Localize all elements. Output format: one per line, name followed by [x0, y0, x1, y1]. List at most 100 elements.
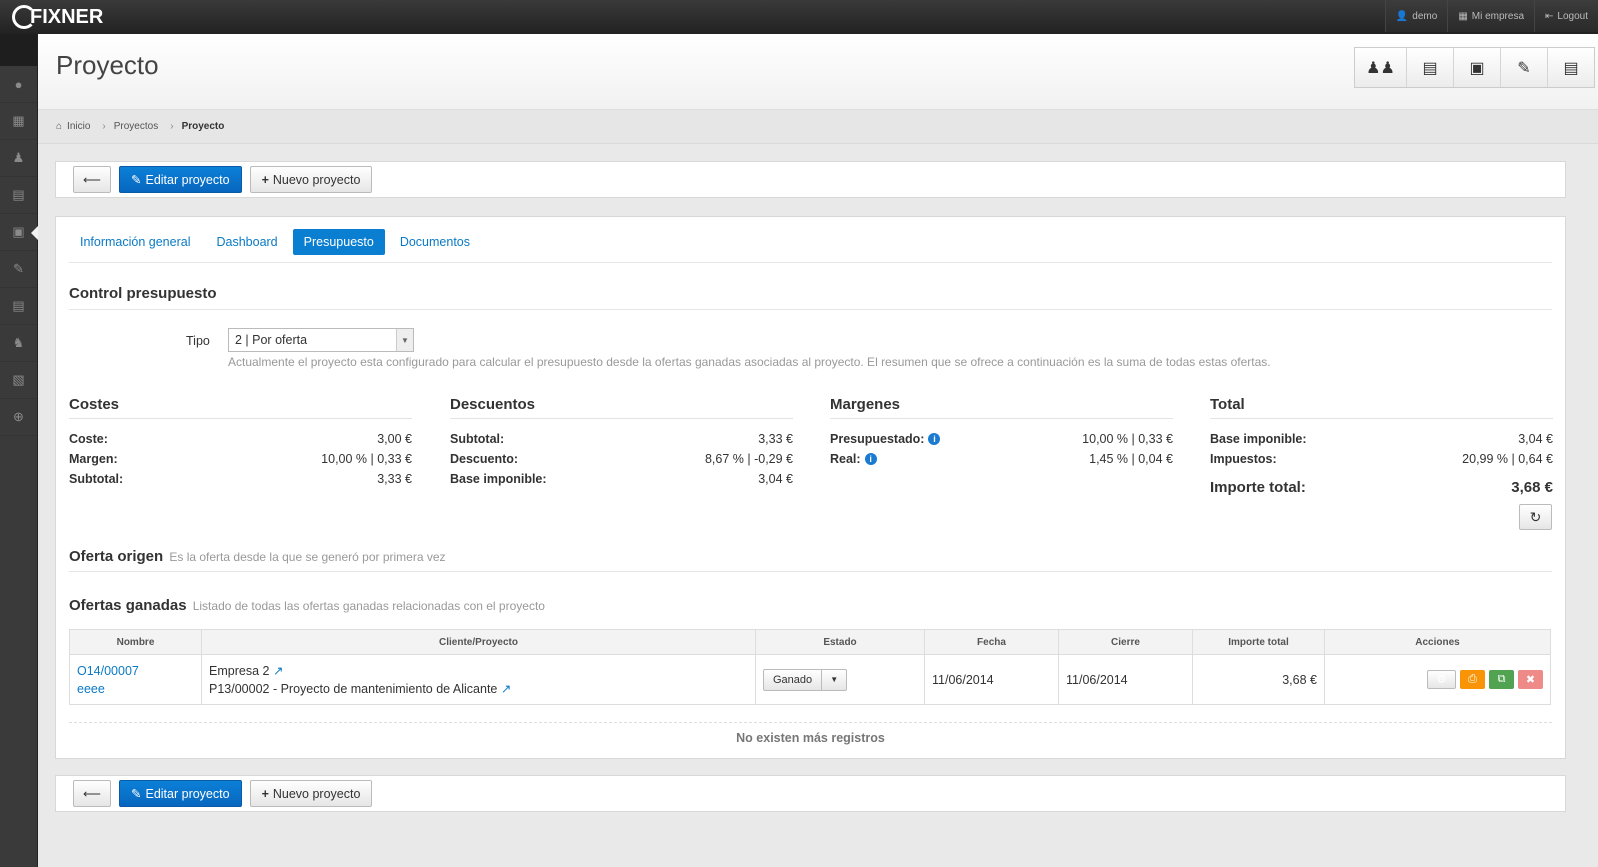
shortcut-edit-button[interactable]: ✎ [1500, 48, 1547, 87]
column-header[interactable]: Estado [755, 629, 925, 655]
cell-acciones: ⚙ ⎙ ⧉ ✖ [1324, 654, 1551, 705]
info-icon[interactable]: i [864, 453, 877, 465]
edit-icon: ✎ [131, 787, 142, 801]
summary-key: Coste: [69, 432, 108, 446]
external-link-icon[interactable]: ↗ [273, 664, 283, 678]
column-header[interactable]: Fecha [924, 629, 1059, 655]
breadcrumb: ⌂ Inicio › Proyectos › Proyecto [38, 110, 1598, 144]
summary-key-label: Presupuestado: [830, 432, 925, 446]
project-tabs: Información general Dashboard Presupuest… [69, 229, 1552, 263]
sidebar-item-archive[interactable]: ▧ [0, 362, 37, 399]
summary-key: Subtotal: [69, 472, 124, 486]
sidebar-item-projects[interactable]: ▣ [0, 214, 38, 251]
caret-down-icon[interactable]: ▼ [822, 670, 846, 690]
edit-project-button[interactable]: ✎ Editar proyecto [119, 780, 242, 807]
column-header[interactable]: Cliente/Proyecto [201, 629, 756, 655]
arrow-left-icon: ⟵ [83, 173, 101, 187]
column-header: Acciones [1324, 629, 1551, 655]
sidebar-item-documents[interactable]: ▤ [0, 177, 37, 214]
settings-action-button[interactable]: ⚙ [1427, 670, 1456, 689]
summary-key-label: Real: [830, 452, 861, 466]
sidebar-item-users[interactable]: ♟ [0, 140, 37, 177]
sidebar-item-edit[interactable]: ✎ [0, 251, 37, 288]
app-logo[interactable]: FIXNER [12, 3, 103, 31]
oferta-code-link[interactable]: O14/00007 [77, 664, 194, 678]
sidebar-item-card[interactable]: ▤ [0, 288, 37, 325]
cell-nombre: O14/00007 eeee [69, 654, 202, 705]
info-icon[interactable]: i [928, 433, 941, 445]
estado-dropdown[interactable]: Ganado ▼ [763, 668, 848, 691]
summary-value: 10,00 % | 0,33 € [321, 452, 412, 466]
breadcrumb-inicio[interactable]: Inicio [67, 121, 90, 132]
tipo-select[interactable]: 2 | Por oferta ▼ [228, 328, 414, 352]
table-row: O14/00007 eeee Empresa 2 ↗ P13/00002 - P… [69, 654, 1551, 705]
project-line: P13/00002 - Proyecto de mantenimiento de… [209, 681, 748, 696]
table-header-row: Nombre Cliente/Proyecto Estado Fecha Cie… [69, 629, 1551, 655]
breadcrumb-proyectos[interactable]: Proyectos [114, 121, 158, 132]
refresh-button[interactable]: ↻ [1519, 504, 1552, 530]
new-project-button[interactable]: + Nuevo proyecto [249, 166, 373, 193]
sidebar-collapse[interactable]: ⊕ [0, 399, 37, 436]
row-actions: ⚙ ⎙ ⧉ ✖ [1332, 670, 1543, 689]
sidebar-item-sitemap[interactable]: ♞ [0, 325, 37, 362]
briefcase-icon: ▣ [12, 224, 25, 239]
total-title: Total [1210, 396, 1553, 419]
copy-action-button[interactable]: ⧉ [1489, 670, 1514, 689]
shortcut-card-button[interactable]: ▤ [1547, 48, 1594, 87]
new-project-button[interactable]: + Nuevo proyecto [249, 780, 373, 807]
column-header[interactable]: Cierre [1058, 629, 1193, 655]
client-line: Empresa 2 ↗ [209, 663, 748, 678]
oferta-name-link[interactable]: eeee [77, 682, 194, 696]
shortcut-documents-button[interactable]: ▤ [1406, 48, 1453, 87]
importe-total-row: Importe total: 3,68 € [1210, 473, 1553, 501]
summary-descuentos: Descuentos Subtotal: 3,33 € Descuento: 8,6… [450, 396, 793, 489]
user-menu: 👤 demo ▦ Mi empresa ⇤ Logout [1384, 0, 1598, 32]
user-menu-empresa[interactable]: ▦ Mi empresa [1447, 0, 1535, 32]
column-header[interactable]: Nombre [69, 629, 202, 655]
shortcut-users-button[interactable]: ♟♟ [1355, 48, 1406, 87]
summary-row: Presupuestado: i 10,00 % | 0,33 € [830, 429, 1173, 449]
user-menu-demo[interactable]: 👤 demo [1384, 0, 1448, 32]
edit-project-button[interactable]: ✎ Editar proyecto [119, 166, 242, 193]
back-button[interactable]: ⟵ [73, 780, 111, 807]
trash-icon: ✖ [1525, 674, 1536, 686]
summary-key: Descuento: [450, 452, 519, 466]
user-menu-label: Mi empresa [1471, 10, 1525, 22]
importe-total-label: Importe total: [1210, 478, 1306, 496]
ofertas-ganadas-heading: Ofertas ganadas [69, 597, 187, 614]
cell-cierre: 11/06/2014 [1058, 654, 1193, 705]
cell-cliente-proyecto: Empresa 2 ↗ P13/00002 - Proyecto de mant… [201, 654, 756, 705]
tab-presupuesto[interactable]: Presupuesto [292, 229, 385, 255]
tab-documentos[interactable]: Documentos [389, 229, 481, 255]
page-title: Proyecto [56, 50, 159, 80]
delete-action-button[interactable]: ✖ [1518, 670, 1543, 689]
back-button[interactable]: ⟵ [73, 166, 111, 193]
breadcrumb-current: Proyecto [181, 121, 225, 132]
summary-row: Subtotal: 3,33 € [69, 469, 412, 489]
print-action-button[interactable]: ⎙ [1460, 670, 1485, 689]
client-name: Empresa 2 [209, 664, 270, 678]
summary-value: 3,04 € [1518, 432, 1553, 446]
summary-row: Subtotal: 3,33 € [450, 429, 793, 449]
summary-key: Real: i [830, 452, 877, 466]
card-icon: ▤ [1563, 59, 1579, 77]
summary-value: 3,00 € [377, 432, 412, 446]
user-menu-logout[interactable]: ⇤ Logout [1534, 0, 1598, 32]
user-menu-label: demo [1412, 10, 1438, 22]
sidebar-item-dashboard[interactable]: ● [0, 66, 37, 103]
tab-informacion-general[interactable]: Información general [69, 229, 201, 255]
plus-icon: + [261, 786, 269, 801]
summary-value: 1,45 % | 0,04 € [1089, 452, 1173, 466]
budget-panel: Información general Dashboard Presupuest… [55, 216, 1566, 759]
edit-icon: ✎ [13, 261, 24, 276]
building-icon: ▦ [1458, 10, 1468, 22]
sidebar-item-calendar[interactable]: ▦ [0, 103, 37, 140]
edit-project-label: Editar proyecto [145, 172, 230, 187]
shortcut-projects-button[interactable]: ▣ [1453, 48, 1500, 87]
chevron-down-icon: ▼ [396, 329, 413, 351]
summary-value: 3,33 € [377, 472, 412, 486]
column-header[interactable]: Importe total [1192, 629, 1325, 655]
summary-key: Base imponible: [450, 472, 547, 486]
external-link-icon[interactable]: ↗ [501, 682, 511, 696]
tab-dashboard[interactable]: Dashboard [205, 229, 288, 255]
